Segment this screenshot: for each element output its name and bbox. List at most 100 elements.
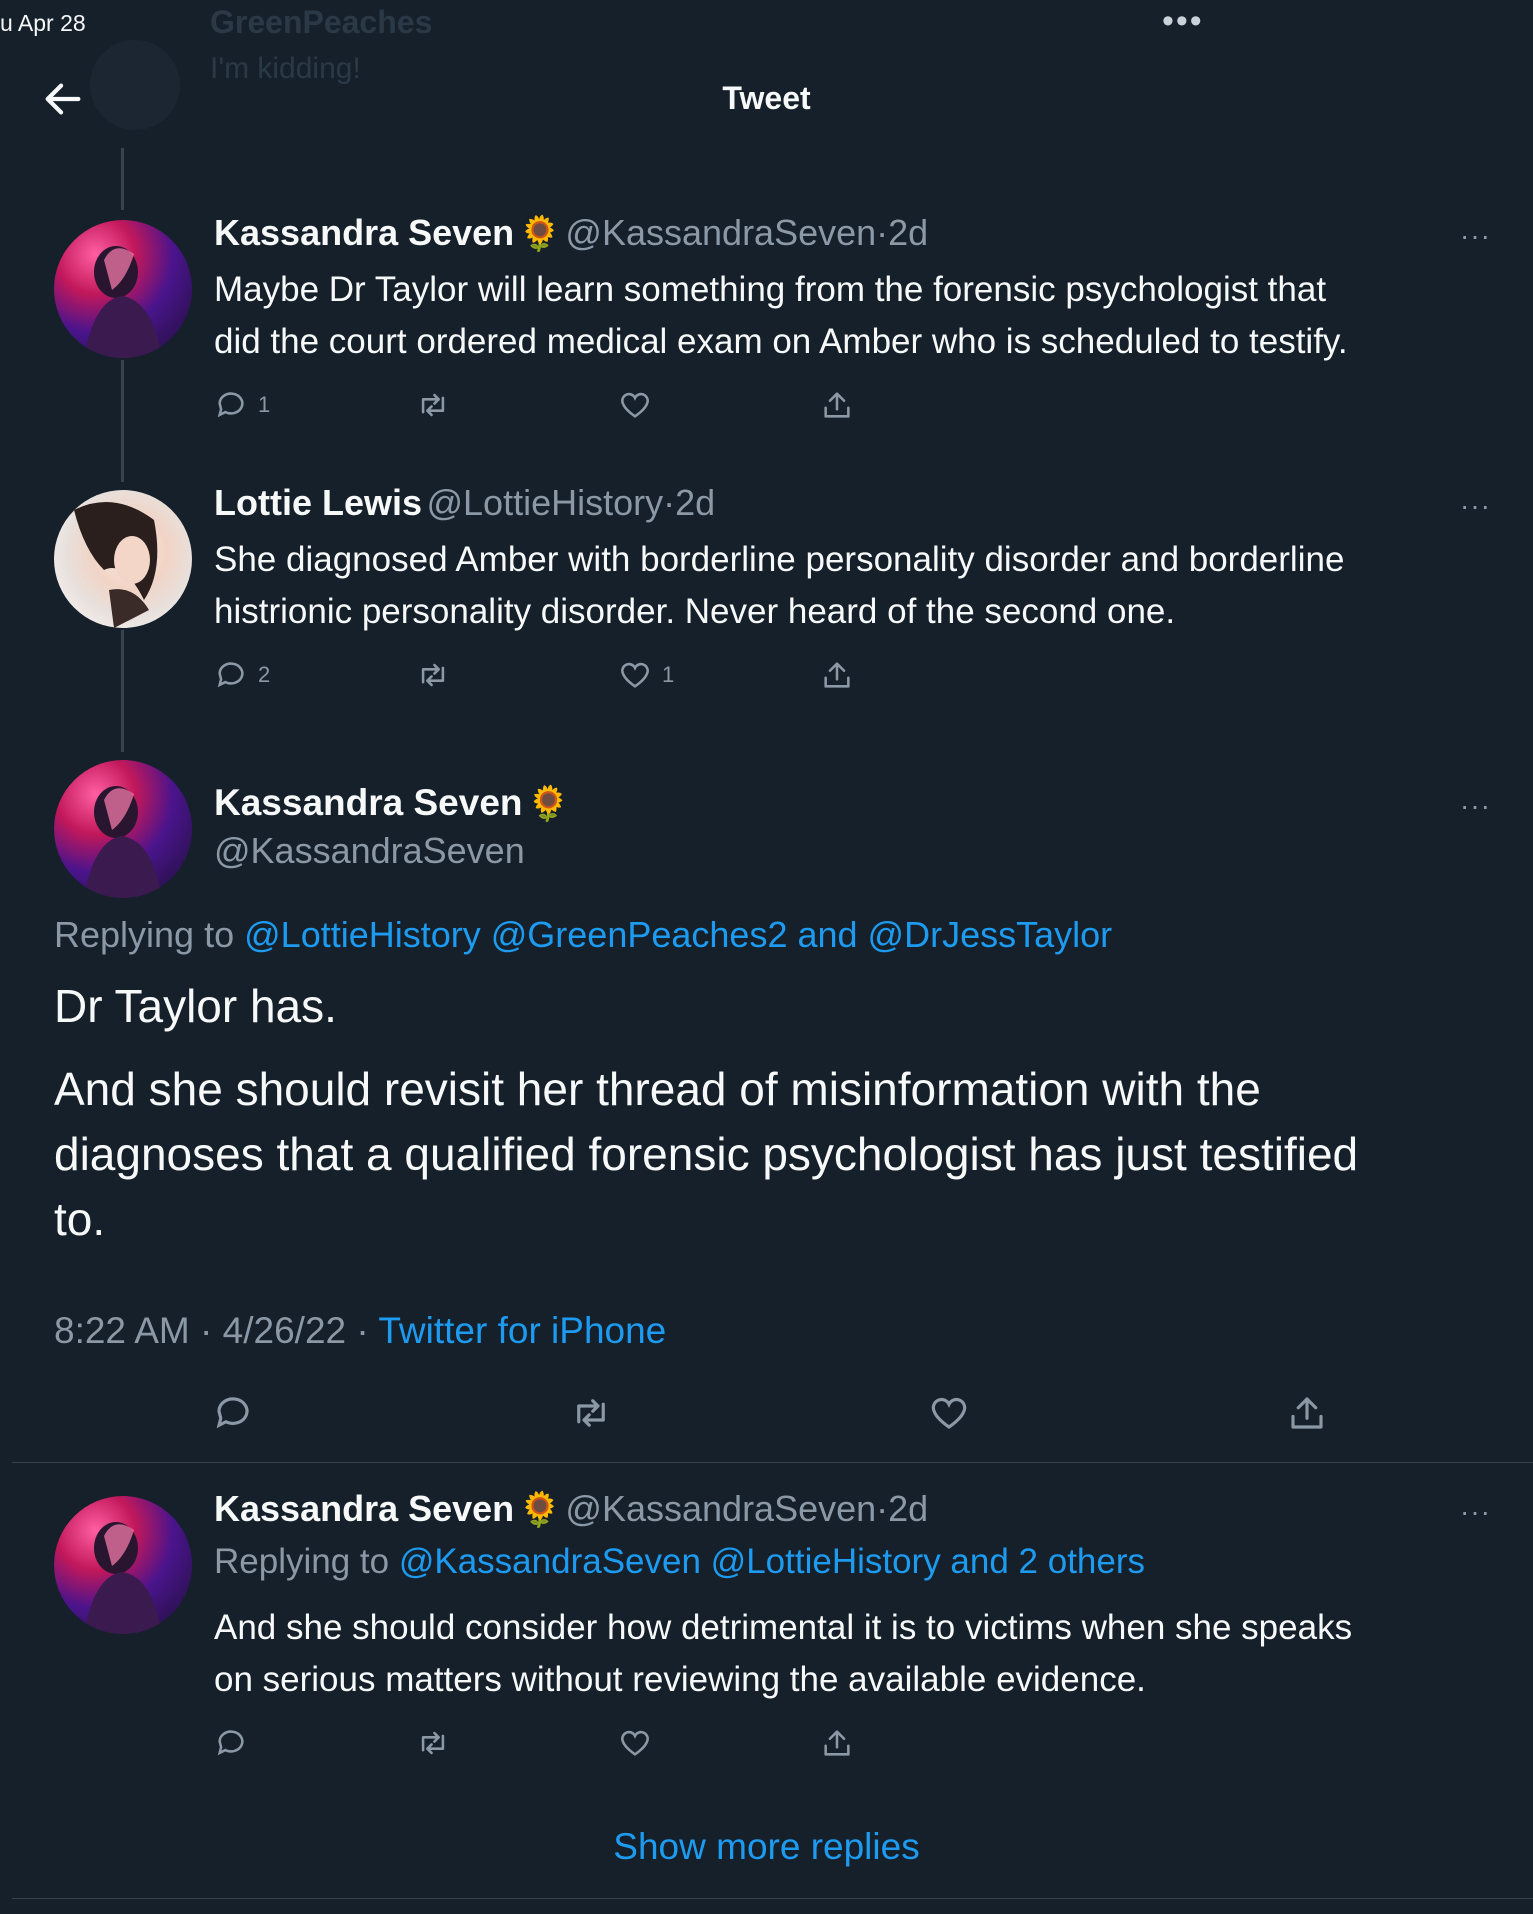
share-button[interactable] — [820, 388, 854, 422]
sunflower-icon: 🌻 — [518, 1491, 561, 1529]
main-tweet-text[interactable]: Dr Taylor has. And she should revisit he… — [54, 974, 1358, 1252]
heart-icon — [621, 662, 649, 688]
thread-line-top — [121, 148, 124, 210]
more-options-button[interactable]: ··· — [1460, 490, 1491, 522]
share-icon — [1291, 1397, 1323, 1429]
tweet-time: 8:22 AM — [54, 1310, 190, 1351]
author-handle[interactable]: @LottieHistory — [426, 482, 663, 523]
main-author-name[interactable]: Kassandra Seven — [214, 782, 523, 823]
reply-icon — [217, 1730, 244, 1756]
divider — [12, 1462, 1533, 1463]
avatar-figure-icon — [84, 246, 162, 358]
reply-icon — [216, 1397, 249, 1429]
multitask-dots-icon[interactable]: ••• — [1162, 2, 1204, 41]
tweet-text-line: histrionic personality disorder. Never h… — [214, 592, 1176, 631]
thread-line-2 — [121, 630, 124, 752]
tweet-text-line: on serious matters without reviewing the… — [214, 1660, 1146, 1699]
tweet-text[interactable]: And she should consider how detrimental … — [214, 1602, 1352, 1706]
share-icon — [824, 392, 850, 418]
reply-count: 2 — [258, 662, 271, 687]
show-more-replies-button[interactable]: Show more replies — [0, 1826, 1533, 1868]
tweet-header: Kassandra Seven 🌻 @KassandraSeven·2d — [214, 212, 928, 254]
retweet-icon — [421, 663, 445, 687]
tweet-header: Lottie Lewis @LottieHistory·2d — [214, 482, 715, 524]
share-icon — [824, 662, 850, 688]
retweet-button[interactable] — [570, 1392, 612, 1434]
retweet-button[interactable] — [416, 1726, 450, 1760]
reply-button[interactable]: 2 — [214, 658, 270, 692]
tweet-text-line: And she should consider how detrimental … — [214, 1608, 1353, 1647]
separator: · — [356, 1310, 369, 1351]
separator: · — [200, 1310, 213, 1351]
author-handle[interactable]: @KassandraSeven — [565, 212, 876, 253]
like-button[interactable]: 1 — [618, 658, 674, 692]
tweet-date: 4/26/22 — [222, 1310, 347, 1351]
avatar[interactable] — [54, 490, 192, 628]
tweet-text-line: Maybe Dr Taylor will learn something fro… — [214, 270, 1327, 309]
author-name[interactable]: Lottie Lewis — [214, 482, 422, 523]
main-author-row: Kassandra Seven 🌻 — [214, 782, 569, 824]
author-name[interactable]: Kassandra Seven — [214, 212, 514, 253]
replying-to-mentions[interactable]: @KassandraSeven @LottieHistory and 2 oth… — [399, 1542, 1145, 1581]
avatar[interactable] — [54, 220, 192, 358]
reply-button[interactable] — [214, 1726, 248, 1760]
tweet-text-line: did the court ordered medical exam on Am… — [214, 322, 1348, 361]
status-date: u Apr 28 — [0, 10, 86, 36]
main-avatar[interactable] — [54, 760, 192, 898]
reply-count: 1 — [258, 392, 271, 417]
tweet-paragraph: And she should revisit her thread of mis… — [54, 1057, 1358, 1252]
avatar[interactable] — [54, 1496, 192, 1634]
like-button[interactable] — [618, 388, 652, 422]
replying-to: Replying to @LottieHistory @GreenPeaches… — [54, 914, 1112, 956]
avatar-figure-icon — [74, 502, 158, 628]
divider — [12, 1898, 1533, 1899]
share-icon — [824, 1730, 850, 1756]
like-button[interactable] — [928, 1392, 970, 1434]
share-button[interactable] — [1286, 1392, 1328, 1434]
tweet-paragraph: Dr Taylor has. — [54, 980, 337, 1032]
sunflower-icon: 🌻 — [518, 215, 561, 253]
more-options-button[interactable]: ··· — [1460, 220, 1491, 252]
avatar-figure-icon — [84, 1522, 162, 1634]
reply-button[interactable]: 1 — [214, 388, 270, 422]
thread-line-1 — [121, 360, 124, 482]
reply-icon — [217, 392, 244, 418]
heart-icon — [621, 392, 649, 418]
heart-icon — [931, 1397, 967, 1429]
tweet-header: Kassandra Seven 🌻 @KassandraSeven·2d — [214, 1488, 928, 1530]
tweet-text[interactable]: She diagnosed Amber with borderline pers… — [214, 534, 1344, 638]
reply-button[interactable] — [212, 1392, 254, 1434]
share-button[interactable] — [820, 1726, 854, 1760]
timestamp[interactable]: 2d — [888, 212, 928, 253]
avatar-figure-icon — [84, 786, 162, 898]
replying-to-mentions[interactable]: @LottieHistory @GreenPeaches2 and @DrJes… — [244, 914, 1112, 955]
timestamp[interactable]: 2d — [675, 482, 715, 523]
main-author-handle[interactable]: @KassandraSeven — [214, 830, 525, 872]
retweet-button[interactable] — [416, 658, 450, 692]
tweet-source[interactable]: Twitter for iPhone — [378, 1310, 666, 1351]
separator: · — [663, 482, 676, 523]
reply-icon — [217, 662, 244, 688]
timestamp[interactable]: 2d — [888, 1488, 928, 1529]
tweet-text-line: diagnoses that a qualified forensic psyc… — [54, 1128, 1359, 1180]
heart-icon — [621, 1730, 649, 1756]
retweet-icon — [421, 1731, 445, 1755]
separator: · — [876, 212, 889, 253]
separator: · — [876, 1488, 889, 1529]
like-button[interactable] — [618, 1726, 652, 1760]
more-options-button[interactable]: ··· — [1460, 1496, 1491, 1528]
tweet-text-line: to. — [54, 1193, 106, 1245]
author-handle[interactable]: @KassandraSeven — [565, 1488, 876, 1529]
tweet-text[interactable]: Maybe Dr Taylor will learn something fro… — [214, 264, 1348, 368]
retweet-icon — [421, 393, 445, 417]
more-options-button[interactable]: ··· — [1460, 790, 1491, 822]
retweet-button[interactable] — [416, 388, 450, 422]
background-ghost-name: GreenPeaches — [210, 4, 433, 40]
replying-to-label: Replying to — [214, 1542, 390, 1581]
sunflower-icon: 🌻 — [526, 785, 570, 823]
tweet-text-line: She diagnosed Amber with borderline pers… — [214, 540, 1345, 579]
share-button[interactable] — [820, 658, 854, 692]
replying-to: Replying to @KassandraSeven @LottieHisto… — [214, 1542, 1145, 1582]
tweet-text-line: And she should revisit her thread of mis… — [54, 1063, 1261, 1115]
author-name[interactable]: Kassandra Seven — [214, 1488, 514, 1529]
